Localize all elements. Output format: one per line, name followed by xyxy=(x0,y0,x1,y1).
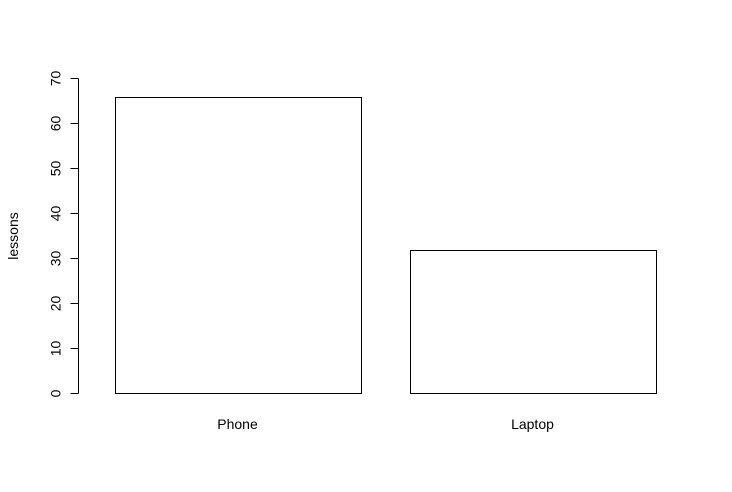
x-category-label: Phone xyxy=(217,416,258,432)
y-tick-label: 10 xyxy=(47,341,63,357)
bar-chart: 0 10 20 30 40 50 60 70 Phone Laptop lessons xyxy=(5,71,657,432)
bar-phone xyxy=(115,97,362,394)
y-tick-label: 20 xyxy=(47,296,63,312)
y-tick-label: 40 xyxy=(47,206,63,222)
y-tick-label: 60 xyxy=(47,116,63,132)
y-tick-label: 0 xyxy=(47,389,63,397)
y-tick-label: 70 xyxy=(47,71,63,87)
bars xyxy=(115,97,657,394)
bar-laptop xyxy=(410,250,657,394)
y-tick-label: 50 xyxy=(47,161,63,177)
y-tick-label: 30 xyxy=(47,251,63,267)
x-category-label: Laptop xyxy=(511,416,554,432)
x-axis-labels: Phone Laptop xyxy=(217,416,554,432)
y-axis: 0 10 20 30 40 50 60 70 xyxy=(47,71,79,397)
y-axis-title: lessons xyxy=(5,212,21,259)
